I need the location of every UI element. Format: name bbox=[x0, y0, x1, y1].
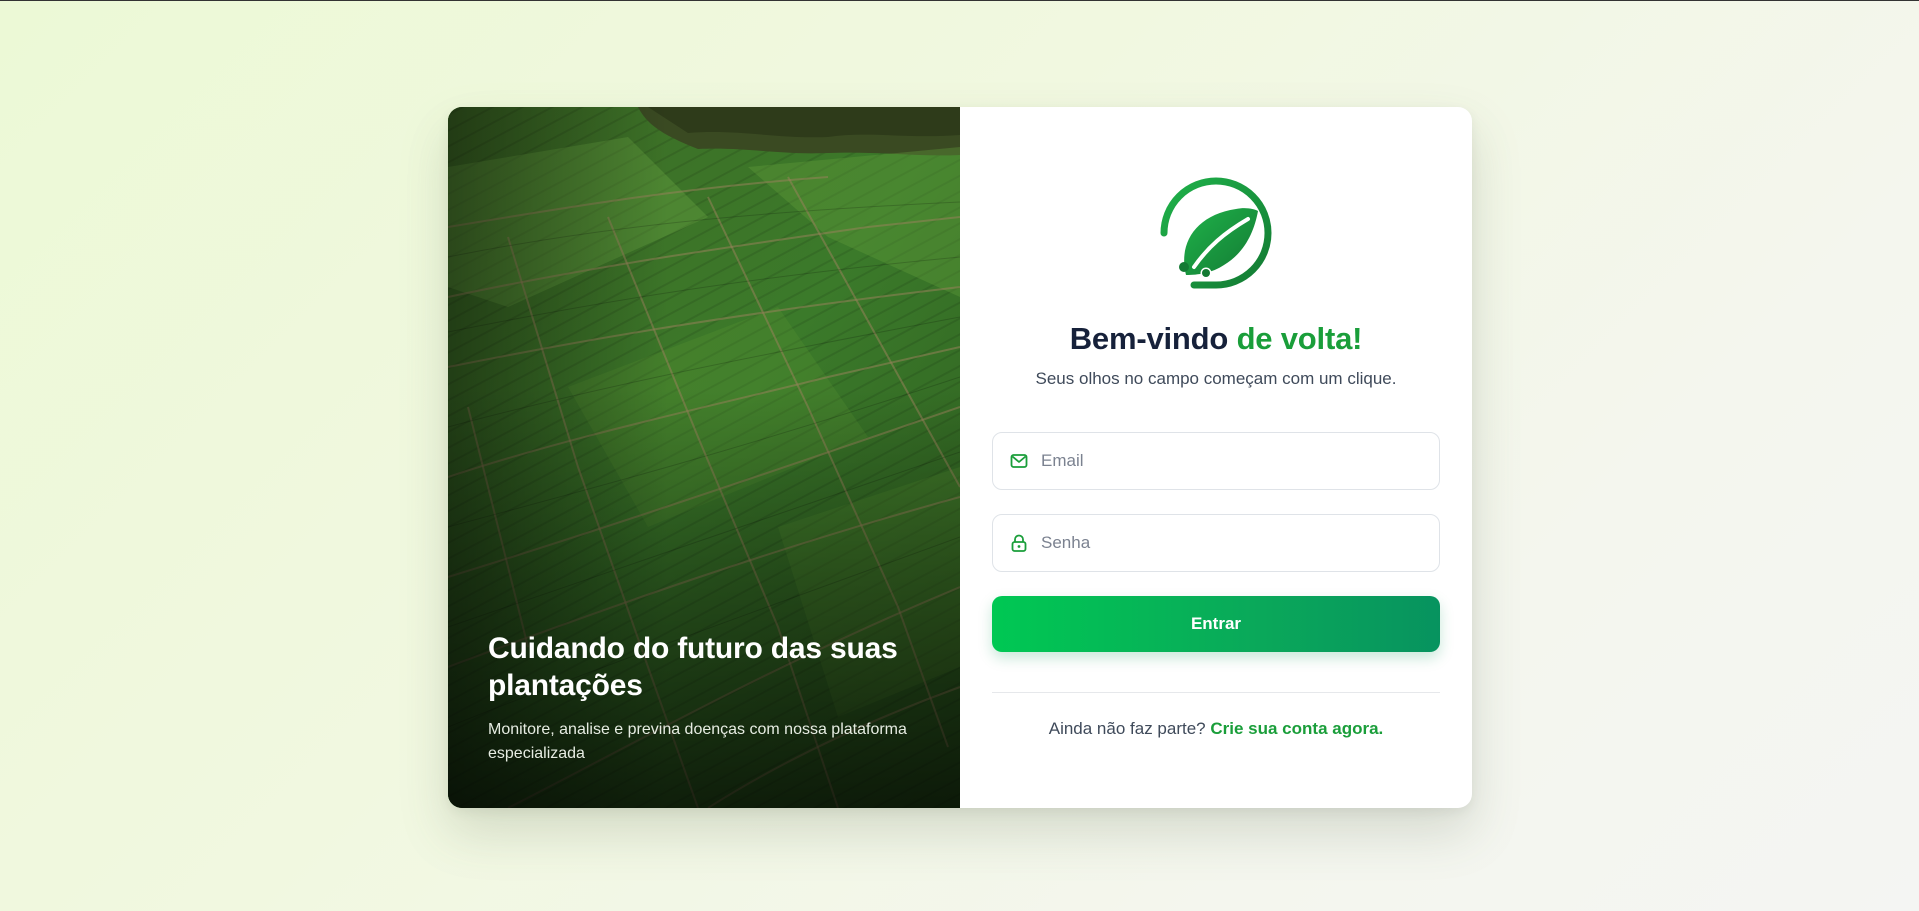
email-field[interactable] bbox=[992, 432, 1440, 490]
mail-icon bbox=[1009, 451, 1029, 471]
welcome-subheading: Seus olhos no campo começam com um cliqu… bbox=[1035, 369, 1397, 388]
login-button[interactable]: Entrar bbox=[992, 596, 1440, 652]
hero-subtitle: Monitore, analise e previna doenças com … bbox=[488, 721, 907, 762]
signup-link[interactable]: Crie sua conta agora. bbox=[1210, 719, 1383, 738]
login-card: Cuidando do futuro das suas plantações M… bbox=[448, 107, 1472, 808]
hero-title: Cuidando do futuro das suas plantações bbox=[488, 632, 898, 702]
hero-caption: Cuidando do futuro das suas plantações M… bbox=[488, 630, 920, 766]
welcome-heading: Bem-vindo de volta! bbox=[960, 321, 1472, 357]
signup-prompt-text: Ainda não faz parte? bbox=[1048, 719, 1206, 738]
login-form-panel: Bem-vindo de volta! Seus olhos no campo … bbox=[960, 107, 1472, 808]
divider bbox=[992, 692, 1440, 693]
hero-image-panel: Cuidando do futuro das suas plantações M… bbox=[448, 107, 960, 808]
lock-icon bbox=[1009, 533, 1029, 553]
leaf-logo-icon bbox=[1160, 177, 1272, 289]
signup-prompt: Ainda não faz parte? Crie sua conta agor… bbox=[960, 719, 1472, 739]
password-input[interactable] bbox=[1041, 533, 1421, 553]
welcome-heading-accent: de volta! bbox=[1236, 321, 1363, 356]
password-field[interactable] bbox=[992, 514, 1440, 572]
welcome-heading-main: Bem-vindo bbox=[1069, 321, 1229, 356]
email-input[interactable] bbox=[1041, 451, 1421, 471]
